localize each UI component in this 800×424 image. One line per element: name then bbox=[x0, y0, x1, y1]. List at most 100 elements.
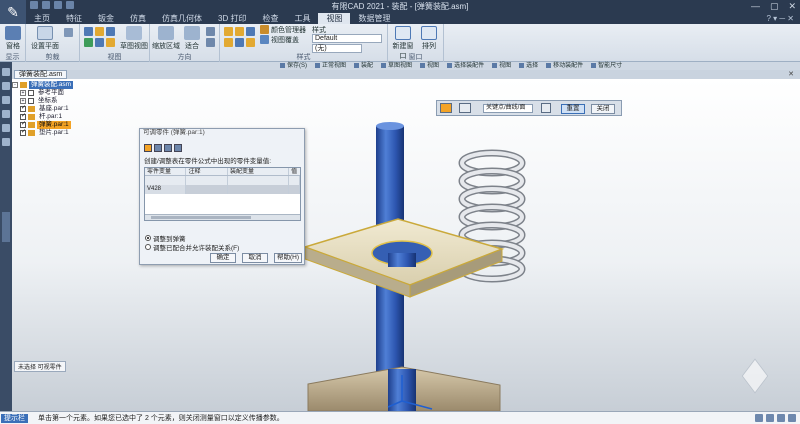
fit-status-icon[interactable] bbox=[766, 414, 774, 422]
cmd-select[interactable]: 选择 bbox=[519, 62, 538, 70]
clip-option-icon[interactable] bbox=[64, 28, 73, 37]
pathfinder-icon[interactable] bbox=[2, 68, 10, 76]
maximize-icon[interactable]: ▢ bbox=[770, 1, 779, 12]
cmd-move-assembly[interactable]: 移动装配件 bbox=[546, 62, 583, 70]
option-allow-relations[interactable]: 调整已配合并允许装配关系(F) bbox=[145, 242, 239, 252]
view-iso-icon[interactable] bbox=[84, 38, 93, 47]
layers-icon[interactable] bbox=[2, 82, 10, 90]
view-override-button[interactable]: 视图覆盖 bbox=[271, 35, 299, 45]
variable-table-icon[interactable] bbox=[144, 144, 152, 152]
measure-mode-icon[interactable] bbox=[440, 103, 452, 113]
table-row[interactable]: V428 bbox=[145, 185, 301, 194]
tree-row-assembly[interactable]: - 弹簧装配.asm bbox=[12, 81, 132, 89]
select-icon[interactable] bbox=[154, 144, 162, 152]
graphics-viewport[interactable]: - 弹簧装配.asm + 参考平面 + 坐标系 基座.par:1 杆.par:1 bbox=[12, 79, 800, 411]
minimize-icon[interactable]: — bbox=[751, 1, 760, 12]
options-icon[interactable] bbox=[459, 103, 471, 113]
tab-sim-geometry[interactable]: 仿真几何体 bbox=[154, 13, 210, 24]
sensors-icon[interactable] bbox=[2, 110, 10, 118]
zoom-area-button[interactable]: 缩放区域 bbox=[152, 26, 180, 51]
tree-row-part-rod[interactable]: 杆.par:1 bbox=[12, 112, 132, 121]
radio-adjust-spring[interactable] bbox=[145, 235, 151, 241]
tree-row-ref-planes[interactable]: + 参考平面 bbox=[12, 89, 132, 97]
tab-sheetmetal[interactable]: 钣金 bbox=[90, 13, 122, 24]
tab-data-management[interactable]: 数据管理 bbox=[350, 13, 398, 24]
tree-row-part-washer[interactable]: 垫片.par:1 bbox=[12, 128, 132, 137]
cmd-sketch-view[interactable]: 草图视图 bbox=[381, 62, 412, 70]
assembly-var-icon[interactable] bbox=[164, 144, 172, 152]
selection-status-label[interactable]: 未选择 可视零件 bbox=[14, 361, 66, 372]
filter-icon[interactable] bbox=[541, 103, 551, 113]
help-icon[interactable]: ? ▾ ─ ✕ bbox=[766, 13, 800, 24]
tab-home[interactable]: 主页 bbox=[26, 13, 58, 24]
expand-icon[interactable]: - bbox=[12, 82, 18, 88]
tab-view[interactable]: 视图 bbox=[318, 13, 351, 24]
pan-status-icon[interactable] bbox=[777, 414, 785, 422]
shade-edges-icon[interactable] bbox=[235, 27, 244, 36]
cancel-button[interactable]: 取消 bbox=[242, 253, 268, 263]
fit-button[interactable]: 适合 bbox=[180, 26, 204, 51]
document-tab[interactable]: 弹簧装配.asm bbox=[14, 70, 68, 79]
floor-shadow-icon[interactable] bbox=[235, 38, 244, 47]
view-right-icon[interactable] bbox=[106, 27, 115, 36]
cmd-view[interactable]: 视图 bbox=[420, 62, 439, 70]
wireframe-icon[interactable] bbox=[246, 27, 255, 36]
panes-button[interactable]: 窗格 bbox=[1, 26, 25, 51]
zoom-icon[interactable] bbox=[206, 27, 215, 36]
help-panel-icon[interactable] bbox=[2, 138, 10, 146]
window-title: 有限CAD 2021 - 装配 - [弹簧装配.asm] bbox=[331, 2, 469, 11]
rotate-status-icon[interactable] bbox=[788, 414, 796, 422]
sketch-view-button[interactable]: 草图视图 bbox=[120, 26, 148, 51]
visibility-checkbox[interactable] bbox=[28, 98, 34, 104]
tree-row-part-base[interactable]: 基座.par:1 bbox=[12, 104, 132, 113]
library-icon[interactable] bbox=[2, 96, 10, 104]
table-row[interactable] bbox=[145, 176, 301, 185]
cmd-smart-dimension[interactable]: 智能尺寸 bbox=[591, 62, 622, 70]
help-button[interactable]: 帮助(H) bbox=[274, 253, 302, 263]
tab-features[interactable]: 特征 bbox=[58, 13, 90, 24]
scroll-thumb[interactable] bbox=[151, 216, 251, 219]
visibility-checkbox[interactable] bbox=[20, 128, 26, 136]
style-select[interactable]: Default bbox=[312, 34, 382, 43]
tree-row-part-spring[interactable]: 弹簧.par:1 bbox=[12, 120, 132, 129]
ok-button[interactable]: 确定 bbox=[210, 253, 236, 263]
visible-edges-icon[interactable] bbox=[224, 38, 233, 47]
view-bottom-icon[interactable] bbox=[106, 38, 115, 47]
close-button[interactable]: 关闭 bbox=[591, 104, 615, 114]
arrange-button[interactable]: 排列 bbox=[416, 26, 442, 51]
shade-icon[interactable] bbox=[224, 27, 233, 36]
base-part[interactable] bbox=[307, 366, 501, 411]
application-button[interactable]: ✎ bbox=[0, 0, 26, 24]
cmd-save[interactable]: 保存(S) bbox=[280, 62, 307, 70]
cmd-view-2[interactable]: 视图 bbox=[492, 62, 511, 70]
close-document-icon[interactable]: ✕ bbox=[788, 70, 794, 78]
reset-button[interactable]: 重置 bbox=[561, 104, 585, 114]
expand-icon[interactable]: + bbox=[20, 90, 26, 96]
cmd-select-assembly[interactable]: 选择装配件 bbox=[447, 62, 484, 70]
color-manager-button[interactable]: 颜色管理器 bbox=[271, 25, 306, 35]
side-panel-tab[interactable] bbox=[2, 212, 10, 242]
pan-icon[interactable] bbox=[206, 38, 215, 47]
close-icon[interactable]: ✕ bbox=[788, 1, 796, 12]
select-filter[interactable]: 关键点/曲线/面 bbox=[483, 104, 533, 113]
view-back-icon[interactable] bbox=[95, 38, 104, 47]
tab-simulation[interactable]: 仿真 bbox=[122, 13, 154, 24]
cmd-assemble[interactable]: 装配 bbox=[354, 62, 373, 70]
set-plane-button[interactable]: 设置平面 bbox=[30, 26, 60, 51]
sketch-view-icon bbox=[126, 26, 142, 40]
radio-allow-relations[interactable] bbox=[145, 244, 151, 250]
view-front-icon[interactable] bbox=[84, 27, 93, 36]
tab-inspect[interactable]: 检查 bbox=[254, 13, 286, 24]
cmd-normal-view[interactable]: 正常视图 bbox=[315, 62, 346, 70]
tab-tools[interactable]: 工具 bbox=[286, 13, 318, 24]
visibility-checkbox[interactable] bbox=[28, 90, 34, 96]
zoom-status-icon[interactable] bbox=[755, 414, 763, 422]
view-top-icon[interactable] bbox=[95, 27, 104, 36]
reflection-icon[interactable] bbox=[246, 38, 255, 47]
tab-3d-print[interactable]: 3D 打印 bbox=[210, 13, 254, 24]
tree-row-coord-system[interactable]: + 坐标系 bbox=[12, 97, 132, 105]
horizontal-scrollbar[interactable] bbox=[145, 214, 300, 220]
link-icon[interactable] bbox=[174, 144, 182, 152]
prompt-bar-label[interactable]: 提示栏 bbox=[1, 414, 28, 423]
features-icon[interactable] bbox=[2, 124, 10, 132]
